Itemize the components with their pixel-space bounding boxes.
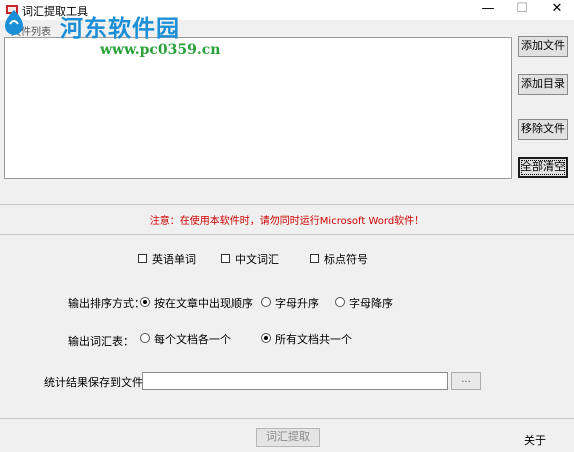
watermark-logo-icon <box>5 10 23 35</box>
sort-desc-radio[interactable] <box>335 297 345 307</box>
chinese-words-label: 中文词汇 <box>235 253 279 266</box>
sort-order-radio[interactable] <box>140 297 150 307</box>
remove-file-button[interactable]: 移除文件 <box>518 119 568 140</box>
punctuation-checkbox[interactable] <box>310 254 319 263</box>
output-all-label: 所有文档共一个 <box>275 333 352 346</box>
file-list[interactable] <box>4 37 512 179</box>
watermark-name: 河东软件园 <box>60 15 180 42</box>
warning-text: 注意：在使用本软件时，请勿同时运行Microsoft Word软件！ <box>149 216 425 227</box>
output-each-radio[interactable] <box>140 333 150 343</box>
extract-button[interactable]: 词汇提取 <box>256 428 320 447</box>
english-words-label: 英语单词 <box>152 253 196 266</box>
clear-all-button[interactable]: 全部清空 <box>518 157 568 178</box>
add-file-button[interactable]: 添加文件 <box>518 36 568 57</box>
save-path-input[interactable] <box>142 372 448 390</box>
close-window-button[interactable]: ✕ <box>540 0 574 20</box>
output-all-radio[interactable] <box>261 333 271 343</box>
chinese-words-checkbox[interactable] <box>221 254 230 263</box>
add-folder-button[interactable]: 添加目录 <box>518 74 568 95</box>
sort-order-label: 按在文章中出现顺序 <box>154 297 253 310</box>
sort-asc-label: 字母升序 <box>275 297 319 310</box>
maximize-button[interactable]: ☐ <box>505 0 539 20</box>
separator-top <box>0 204 574 205</box>
watermark-url: www.pc0359.cn <box>100 42 221 58</box>
output-table-label: 输出词汇表： <box>68 335 134 348</box>
separator-bottom <box>0 418 574 419</box>
english-words-checkbox[interactable] <box>138 254 147 263</box>
sort-desc-label: 字母降序 <box>349 297 393 310</box>
save-label: 统计结果保存到文件： <box>44 376 154 389</box>
minimize-button[interactable]: — <box>471 0 505 20</box>
sort-label: 输出排序方式： <box>68 297 145 310</box>
browse-button[interactable]: ... <box>451 372 481 390</box>
sort-asc-radio[interactable] <box>261 297 271 307</box>
about-button[interactable]: 关于 <box>524 432 546 448</box>
punctuation-label: 标点符号 <box>324 253 368 266</box>
separator-middle <box>0 234 574 235</box>
output-each-label: 每个文档各一个 <box>154 333 231 346</box>
